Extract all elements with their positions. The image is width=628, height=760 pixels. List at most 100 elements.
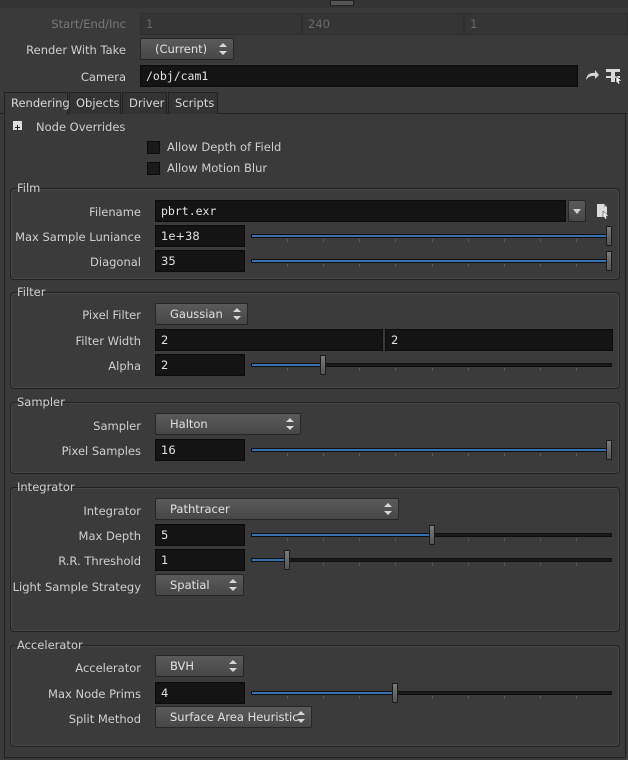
slider-handle[interactable]: [606, 226, 612, 246]
slider-ticks: [251, 368, 612, 371]
slider-ticks: [251, 264, 612, 267]
slider-tick: [431, 696, 433, 699]
slider-ticks: [251, 563, 612, 566]
accelerator-label: Accelerator: [75, 661, 141, 675]
filename-field[interactable]: pbrt.exr: [155, 200, 566, 222]
slider-handle[interactable]: [606, 440, 612, 460]
split-method-label: Split Method: [68, 712, 141, 726]
max-node-prims-field[interactable]: 4: [155, 682, 245, 704]
slider-tick: [467, 368, 469, 371]
slider-tick: [575, 368, 577, 371]
max-node-prims-slider[interactable]: [251, 682, 612, 704]
slider-tick: [467, 453, 469, 456]
slider-tick: [359, 264, 361, 267]
slider-tick: [395, 239, 397, 242]
expand-plus-icon[interactable]: [13, 121, 22, 130]
pixel-samples-label: Pixel Samples: [61, 444, 141, 458]
slider-handle[interactable]: [428, 525, 435, 545]
start-field[interactable]: 1: [140, 13, 302, 35]
filter-width-x-field[interactable]: 2: [155, 329, 383, 351]
inc-field[interactable]: 1: [464, 13, 628, 35]
slider-track[interactable]: [251, 234, 612, 238]
render-with-take-label: Render With Take: [26, 43, 126, 57]
slider-track[interactable]: [251, 363, 612, 367]
slider-tick: [395, 264, 397, 267]
slider-tick: [359, 563, 361, 566]
pixel-filter-value: Gaussian: [170, 307, 223, 321]
accelerator-value: BVH: [170, 659, 195, 673]
slider-fill: [252, 260, 611, 262]
end-field[interactable]: 240: [302, 13, 464, 35]
updown-arrow-icon: [297, 711, 305, 723]
file-chooser-icon[interactable]: [594, 202, 612, 220]
split-method-combo[interactable]: Surface Area Heuristic: [155, 706, 312, 728]
diagonal-field[interactable]: 35: [155, 250, 245, 272]
slider-track[interactable]: [251, 259, 612, 263]
max-depth-slider[interactable]: [251, 524, 612, 546]
sampler-combo[interactable]: Halton: [155, 413, 301, 435]
slider-tick: [359, 453, 361, 456]
top-scroll-strip: [0, 0, 628, 8]
alpha-slider[interactable]: [251, 354, 612, 376]
rr-threshold-field[interactable]: 1: [155, 549, 245, 571]
updown-arrow-icon: [229, 660, 237, 672]
tab-scripts[interactable]: Scripts: [168, 92, 218, 114]
integrator-combo[interactable]: Pathtracer: [155, 498, 399, 520]
slider-tick: [503, 239, 505, 242]
max-sample-luminance-field[interactable]: 1e+38: [155, 225, 245, 247]
allow-motion-blur-checkbox[interactable]: [147, 162, 160, 175]
filter-title: Filter: [17, 285, 46, 299]
tab-driver[interactable]: Driver: [122, 92, 167, 114]
allow-dof-checkbox[interactable]: [147, 141, 160, 154]
tab-rendering[interactable]: Rendering: [4, 92, 70, 115]
jump-to-operator-icon[interactable]: [584, 69, 600, 83]
slider-handle[interactable]: [606, 251, 612, 271]
slider-tick: [467, 563, 469, 566]
slider-tick: [467, 538, 469, 541]
slider-tick: [431, 563, 433, 566]
max-depth-field[interactable]: 5: [155, 524, 245, 546]
filter-width-y-field[interactable]: 2: [385, 329, 613, 351]
tab-objects[interactable]: Objects: [69, 92, 121, 114]
slider-fill: [252, 559, 288, 561]
accelerator-combo[interactable]: BVH: [155, 655, 244, 677]
slider-tick: [431, 368, 433, 371]
slider-tick: [287, 239, 289, 242]
slider-tick: [431, 453, 433, 456]
diagonal-label: Diagonal: [90, 255, 141, 269]
camera-field[interactable]: /obj/cam1: [140, 65, 578, 87]
pixel-samples-field[interactable]: 16: [155, 439, 245, 461]
alpha-field[interactable]: 2: [155, 354, 245, 376]
diagonal-slider[interactable]: [251, 250, 612, 272]
render-with-take-combo[interactable]: (Current): [140, 38, 234, 60]
slider-tick: [287, 538, 289, 541]
light-sample-strategy-combo[interactable]: Spatial: [155, 574, 244, 596]
slider-fill: [252, 449, 611, 451]
slider-tick: [575, 563, 577, 566]
operator-chooser-icon[interactable]: [604, 67, 624, 85]
filename-dropdown-button[interactable]: [568, 200, 586, 222]
slider-tick: [539, 563, 541, 566]
slider-ticks: [251, 696, 612, 699]
slider-tick: [431, 264, 433, 267]
slider-track[interactable]: [251, 691, 612, 695]
max-sample-luminance-slider[interactable]: [251, 225, 612, 247]
pixel-filter-label: Pixel Filter: [82, 308, 141, 322]
slider-handle[interactable]: [284, 550, 291, 570]
pixel-samples-slider[interactable]: [251, 439, 612, 461]
slider-tick: [467, 264, 469, 267]
alpha-label: Alpha: [108, 359, 141, 373]
updown-arrow-icon: [219, 43, 227, 55]
slider-handle[interactable]: [320, 355, 327, 375]
top-slider-handle[interactable]: [330, 0, 354, 6]
slider-fill: [252, 235, 611, 237]
slider-track[interactable]: [251, 448, 612, 452]
rr-threshold-slider[interactable]: [251, 549, 612, 571]
max-node-prims-label: Max Node Prims: [48, 687, 141, 701]
slider-tick: [323, 239, 325, 242]
slider-handle[interactable]: [392, 683, 399, 703]
slider-tick: [359, 368, 361, 371]
slider-track[interactable]: [251, 558, 612, 562]
pixel-filter-combo[interactable]: Gaussian: [155, 303, 248, 325]
light-sample-strategy-label: Light Sample Strategy: [12, 580, 141, 594]
